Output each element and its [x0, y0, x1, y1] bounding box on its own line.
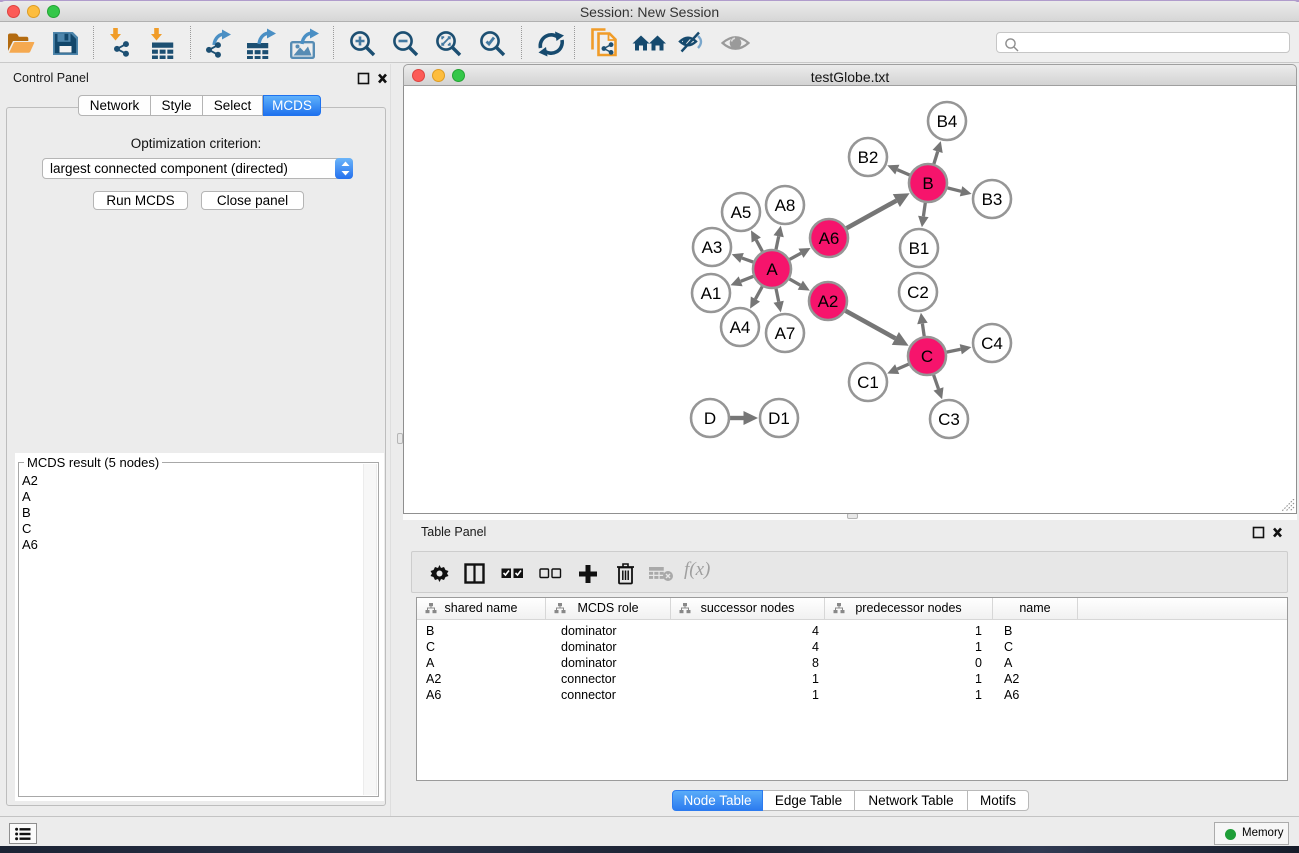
svg-text:B3: B3: [982, 190, 1003, 209]
svg-text:B1: B1: [909, 239, 930, 258]
svg-text:A8: A8: [775, 196, 796, 215]
svg-text:A: A: [766, 260, 778, 279]
svg-text:A4: A4: [730, 318, 751, 337]
svg-text:A5: A5: [731, 203, 752, 222]
svg-text:A3: A3: [702, 238, 723, 257]
svg-text:C1: C1: [857, 373, 879, 392]
svg-text:A2: A2: [818, 292, 839, 311]
svg-text:B: B: [922, 174, 933, 193]
svg-text:A1: A1: [701, 284, 722, 303]
svg-text:C: C: [921, 347, 933, 366]
svg-text:D: D: [704, 409, 716, 428]
svg-text:B2: B2: [858, 148, 879, 167]
svg-text:C4: C4: [981, 334, 1003, 353]
svg-text:A6: A6: [819, 229, 840, 248]
svg-text:C2: C2: [907, 283, 929, 302]
svg-text:C3: C3: [938, 410, 960, 429]
svg-text:B4: B4: [937, 112, 958, 131]
svg-text:A7: A7: [775, 324, 796, 343]
svg-text:D1: D1: [768, 409, 790, 428]
